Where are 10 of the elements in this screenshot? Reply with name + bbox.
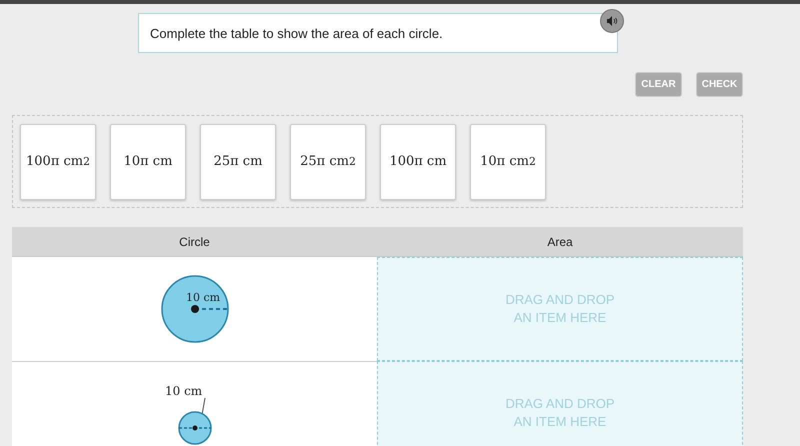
circle-drawing: 10 cm — [164, 382, 224, 444]
column-header: Area — [377, 227, 743, 257]
answer-tile[interactable]: 100π cm — [380, 124, 456, 200]
answer-tile[interactable]: 10π cm — [110, 124, 186, 200]
prompt-text: Complete the table to show the area of each circle. — [150, 26, 443, 40]
answer-tile[interactable]: 25π cm — [200, 124, 276, 200]
circle-drawing: 10 cm — [160, 274, 230, 344]
speaker-icon — [606, 15, 618, 27]
column-header: Circle — [12, 227, 377, 257]
audio-button[interactable] — [600, 9, 624, 33]
